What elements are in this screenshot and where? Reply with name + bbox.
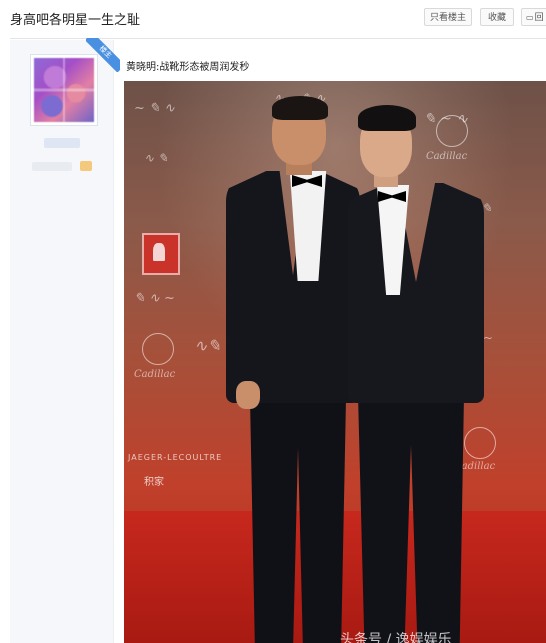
sponsor-wordmark-cn: 积家 (144, 477, 164, 488)
author-name-blurred[interactable] (44, 138, 80, 148)
author-column: 楼主 (10, 38, 120, 643)
post-content: 黄晓明:战靴形态被周润发秒 ~ ✎ ∿ ∿ ~ ✎ ∿ ✎ ~ ∿ ∿ ✎ ~ … (124, 40, 546, 643)
author-level-blurred (32, 162, 72, 171)
cadillac-wordmark: Cadillac (426, 151, 468, 162)
cadillac-crest-icon (436, 115, 468, 147)
person-right-hair (358, 105, 416, 131)
person-left-hand (236, 381, 260, 409)
post-text: 黄晓明:战靴形态被周润发秒 (126, 62, 250, 73)
signature-scribble: ∿ ✎ (144, 151, 168, 165)
reply-button[interactable]: ▭回 (521, 8, 546, 26)
festival-logo-icon (142, 233, 180, 275)
signature-scribble: ✎ ∿ ~ (134, 291, 175, 306)
only-owner-button[interactable]: 只看楼主 (424, 8, 472, 26)
signature-scribble: ~ ✎ ∿ (134, 101, 175, 116)
thread-title: 身高吧各明星一生之耻 (10, 13, 141, 28)
owner-badge: 楼主 (86, 38, 120, 72)
post-image[interactable]: ~ ✎ ∿ ∿ ~ ✎ ∿ ✎ ~ ∿ ∿ ✎ ~ ∿ ✎ ✎ ∿ ~ ∿ ~ … (124, 81, 546, 643)
person-left-hair (272, 96, 328, 120)
comment-icon: ▭ (526, 13, 534, 22)
cadillac-crest-icon (464, 427, 496, 459)
post: 楼主 黄晓明:战靴形态被周润发秒 ~ ✎ ∿ ∿ ~ ✎ ∿ ✎ ~ ∿ ∿ ✎… (10, 38, 546, 643)
owner-badge-label: 楼主 (86, 38, 120, 72)
favorite-button[interactable]: 收藏 (480, 8, 514, 26)
thread-header: 身高吧各明星一生之耻 只看楼主 收藏 ▭回 (0, 0, 546, 36)
avatar[interactable] (34, 58, 94, 122)
cadillac-crest-icon (142, 333, 174, 365)
sponsor-wordmark: JAEGER-LECOULTRE (128, 453, 223, 462)
image-watermark: 头条号 / 逸娱娱乐 (340, 632, 452, 643)
signature-scribble: ∿✎ (194, 336, 221, 355)
cadillac-wordmark: Cadillac (134, 369, 176, 380)
reply-label: 回 (534, 13, 544, 23)
level-badge-icon (80, 161, 92, 171)
